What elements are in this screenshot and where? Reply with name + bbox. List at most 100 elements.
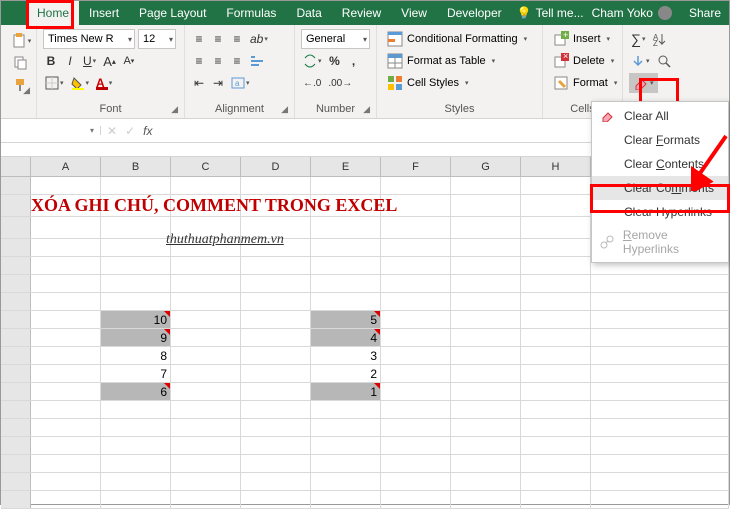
fill-color-button[interactable]: ▾ — [69, 73, 92, 93]
cell-B17[interactable] — [101, 473, 171, 490]
accounting-button[interactable]: ▾ — [301, 51, 324, 71]
cell-_17[interactable] — [591, 473, 729, 490]
cell-_8[interactable] — [591, 311, 729, 328]
align-bottom-button[interactable]: ≡ — [229, 29, 245, 49]
merge-button[interactable]: a▾ — [229, 73, 252, 93]
find-select-icon[interactable] — [655, 51, 673, 71]
cell-B14[interactable] — [101, 419, 171, 436]
cell-_9[interactable] — [591, 329, 729, 346]
cell-D6[interactable] — [241, 275, 311, 292]
align-top-button[interactable]: ≡ — [191, 29, 207, 49]
cell-G15[interactable] — [451, 437, 521, 454]
tab-review[interactable]: Review — [332, 1, 391, 25]
rowhead-11[interactable] — [1, 365, 31, 382]
cell-H16[interactable] — [521, 455, 591, 472]
cell-styles-button[interactable]: Cell Styles▾ — [383, 73, 536, 93]
cell-C17[interactable] — [171, 473, 241, 490]
cell-G11[interactable] — [451, 365, 521, 382]
rowhead-15[interactable] — [1, 437, 31, 454]
tab-home[interactable]: Home — [27, 1, 79, 25]
col-E[interactable]: E — [311, 157, 381, 176]
tab-page-layout[interactable]: Page Layout — [129, 1, 216, 25]
borders-button[interactable]: ▾ — [43, 73, 66, 93]
cell-F11[interactable] — [381, 365, 451, 382]
cell-A8[interactable] — [31, 311, 101, 328]
font-launcher[interactable]: ◢ — [171, 104, 178, 115]
cell-E7[interactable] — [311, 293, 381, 310]
sort-filter-icon[interactable]: AZ — [651, 29, 669, 49]
cell-F15[interactable] — [381, 437, 451, 454]
cell-E1[interactable] — [311, 177, 381, 194]
cell-C9[interactable] — [171, 329, 241, 346]
menu-clear-comments[interactable]: Clear Comments — [592, 176, 728, 200]
cell-E12[interactable]: 1 — [311, 383, 381, 400]
format-painter-icon[interactable] — [5, 75, 37, 95]
cell-B15[interactable] — [101, 437, 171, 454]
cell-G7[interactable] — [451, 293, 521, 310]
cell-A5[interactable] — [31, 257, 101, 274]
cell-F9[interactable] — [381, 329, 451, 346]
cell-B9[interactable]: 9 — [101, 329, 171, 346]
font-size-combo[interactable]: 12▾ — [138, 29, 176, 49]
cell-E10[interactable]: 3 — [311, 347, 381, 364]
align-center-button[interactable]: ≡ — [210, 51, 226, 71]
cell-H11[interactable] — [521, 365, 591, 382]
rowhead-9[interactable] — [1, 329, 31, 346]
cell-B3[interactable] — [101, 217, 171, 238]
cell-E16[interactable] — [311, 455, 381, 472]
cell-E18[interactable] — [311, 491, 381, 508]
rowhead-8[interactable] — [1, 311, 31, 328]
cell-F6[interactable] — [381, 275, 451, 292]
underline-button[interactable]: U▾ — [81, 51, 98, 71]
col-G[interactable]: G — [451, 157, 521, 176]
rowhead-17[interactable] — [1, 473, 31, 490]
cell-A9[interactable] — [31, 329, 101, 346]
cell-_14[interactable] — [591, 419, 729, 436]
align-left-button[interactable]: ≡ — [191, 51, 207, 71]
cell-B10[interactable]: 8 — [101, 347, 171, 364]
cell-B8[interactable]: 10 — [101, 311, 171, 328]
cell-G8[interactable] — [451, 311, 521, 328]
cell-G18[interactable] — [451, 491, 521, 508]
fx-icon[interactable]: fx — [143, 124, 152, 138]
cell-B11[interactable]: 7 — [101, 365, 171, 382]
cell-E3[interactable] — [311, 217, 381, 238]
rowhead-18[interactable] — [1, 491, 31, 508]
cell-A13[interactable] — [31, 401, 101, 418]
cell-_10[interactable] — [591, 347, 729, 364]
cell-E8[interactable]: 5 — [311, 311, 381, 328]
cell-C8[interactable] — [171, 311, 241, 328]
cell-B4[interactable] — [101, 239, 171, 256]
cell-H14[interactable] — [521, 419, 591, 436]
cell-A7[interactable] — [31, 293, 101, 310]
cell-D16[interactable] — [241, 455, 311, 472]
cell-G6[interactable] — [451, 275, 521, 292]
cell-A11[interactable] — [31, 365, 101, 382]
cell-B18[interactable] — [101, 491, 171, 508]
cell-E9[interactable]: 4 — [311, 329, 381, 346]
cell-D11[interactable] — [241, 365, 311, 382]
cell-G2[interactable] — [451, 195, 521, 216]
align-middle-button[interactable]: ≡ — [210, 29, 226, 49]
rowhead-13[interactable] — [1, 401, 31, 418]
cell-D18[interactable] — [241, 491, 311, 508]
rowhead-3[interactable] — [1, 217, 31, 238]
cell-G3[interactable] — [451, 217, 521, 238]
cell-B16[interactable] — [101, 455, 171, 472]
cell-D12[interactable] — [241, 383, 311, 400]
cell-G9[interactable] — [451, 329, 521, 346]
cell-F10[interactable] — [381, 347, 451, 364]
col-H[interactable]: H — [521, 157, 591, 176]
cell-D14[interactable] — [241, 419, 311, 436]
cell-E5[interactable] — [311, 257, 381, 274]
col-A[interactable]: A — [31, 157, 101, 176]
font-color-button[interactable]: A▾ — [94, 73, 114, 93]
clipboard-launcher[interactable]: ◢ — [23, 85, 30, 96]
autosum-button[interactable]: ∑▾ — [629, 29, 648, 49]
cell-G14[interactable] — [451, 419, 521, 436]
cell-_16[interactable] — [591, 455, 729, 472]
number-launcher[interactable]: ◢ — [363, 104, 370, 115]
cell-F3[interactable] — [381, 217, 451, 238]
cell-C5[interactable] — [171, 257, 241, 274]
cell-G16[interactable] — [451, 455, 521, 472]
